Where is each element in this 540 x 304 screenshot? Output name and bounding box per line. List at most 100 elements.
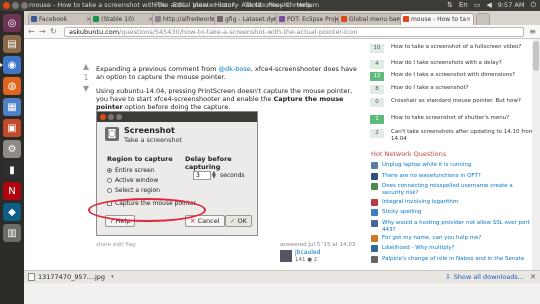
upvote-icon[interactable]: ▲ bbox=[78, 61, 94, 72]
radio-entire-screen: Entire screen bbox=[107, 167, 155, 174]
tab-close-icon[interactable]: × bbox=[466, 14, 471, 25]
answer-count-badge: 2 bbox=[370, 129, 384, 138]
spin-arrows-icon: ▲ ▼ bbox=[212, 170, 216, 180]
reload-icon[interactable]: ↻ bbox=[50, 27, 57, 37]
launcher-app-icon[interactable]: ◆ bbox=[3, 203, 21, 221]
download-shelf: 13177470_957....jpg ▾ ⇩ Show all downloa… bbox=[24, 270, 540, 283]
tab-1[interactable]: (Stable 10) × bbox=[90, 13, 156, 25]
launcher-trash-icon[interactable]: ▥ bbox=[3, 224, 21, 242]
hot-network-item[interactable]: Unplug laptop while it is running bbox=[371, 162, 536, 169]
menu-help[interactable]: Help bbox=[297, 0, 312, 11]
related-question-link[interactable]: How do I take a screenshot? bbox=[391, 85, 535, 92]
menu-tools[interactable]: Tools bbox=[245, 0, 261, 11]
hot-network-link[interactable]: There are no wavefunctions in QFT? bbox=[382, 173, 481, 180]
menu-people[interactable]: People bbox=[268, 0, 290, 11]
launcher-ubuntu-logo-icon[interactable]: ◎ bbox=[3, 14, 21, 32]
maximize-window-button[interactable] bbox=[21, 2, 28, 9]
hot-network-link[interactable]: Sticky spelling bbox=[382, 209, 422, 216]
hot-network-link[interactable]: Likelihood - Why multiply? bbox=[382, 245, 454, 252]
tab-6[interactable]: mouse - How to ta × bbox=[400, 13, 474, 25]
related-question-link[interactable]: Can't take screenshots after updating to… bbox=[391, 129, 535, 143]
hot-network-link[interactable]: For got my name, can you help me? bbox=[382, 235, 481, 242]
hot-network-title[interactable]: Hot Network Questions bbox=[371, 150, 446, 158]
answer-count-badge: 0 bbox=[370, 98, 384, 107]
avatar[interactable] bbox=[280, 250, 292, 262]
tab-label: Facebook bbox=[39, 16, 68, 23]
chevron-down-icon[interactable]: ▾ bbox=[111, 274, 114, 280]
launcher-software-center-icon[interactable]: ▣ bbox=[3, 119, 21, 137]
hot-network-link[interactable]: Integral involving logarithm bbox=[382, 199, 458, 206]
tab-label: PDT: Eclipse Proje bbox=[287, 16, 341, 23]
new-tab-button[interactable] bbox=[476, 13, 490, 25]
hot-network-item[interactable]: Integral involving logarithm bbox=[371, 199, 536, 206]
launcher-firefox-icon[interactable]: ◍ bbox=[3, 77, 21, 95]
user-mention-link[interactable]: @dk-bose bbox=[218, 65, 250, 73]
show-all-downloads-link[interactable]: ⇩ Show all downloads... bbox=[445, 272, 524, 282]
download-item[interactable]: 13177470_957....jpg ▾ bbox=[28, 272, 114, 282]
tab-label: gfig - Lataset.dyn bbox=[225, 16, 278, 23]
scrollbar-thumb[interactable] bbox=[533, 41, 539, 71]
post-menu[interactable]: share edit flag bbox=[96, 242, 136, 248]
hot-network-item[interactable]: Likelihood - Why multiply? bbox=[371, 245, 536, 252]
web-page: ▲ 1 ▼ Expanding a previous comment from … bbox=[24, 39, 540, 270]
hot-network-link[interactable]: Palpine's change of role in Naboo and in… bbox=[382, 256, 524, 263]
related-question-link[interactable]: How to take screenshot of shutter's menu… bbox=[391, 115, 535, 122]
related-question-link[interactable]: How to take a screenshot of a fullscreen… bbox=[391, 44, 535, 51]
launcher-terminal-icon[interactable]: ▮ bbox=[3, 161, 21, 179]
tab-4[interactable]: PDT: Eclipse Proje × bbox=[276, 13, 342, 25]
hot-network-item[interactable]: There are no wavefunctions in QFT? bbox=[371, 173, 536, 180]
hot-network-item[interactable]: Does connecting misspelled username crea… bbox=[371, 183, 536, 197]
user-name-link[interactable]: jbcauled bbox=[295, 249, 320, 256]
menu-file[interactable]: File bbox=[155, 0, 166, 11]
download-icon: ⇩ bbox=[445, 273, 451, 281]
hot-network-item[interactable]: For got my name, can you help me? bbox=[371, 235, 536, 242]
highlight-ellipse bbox=[88, 198, 206, 222]
launcher-files-icon[interactable]: ▤ bbox=[3, 35, 21, 53]
downvote-icon[interactable]: ▼ bbox=[78, 83, 94, 94]
chrome-menu-icon[interactable]: ≡ bbox=[529, 27, 536, 37]
power-icon[interactable]: ⏻ bbox=[530, 0, 536, 11]
hot-network-link[interactable]: Why would a hosting provider not allow S… bbox=[382, 220, 536, 234]
hot-network-item[interactable]: Why would a hosting provider not allow S… bbox=[371, 220, 536, 234]
close-window-button[interactable] bbox=[3, 2, 10, 9]
hot-network-link[interactable]: Unplug laptop while it is running bbox=[382, 162, 471, 169]
vertical-scrollbar[interactable] bbox=[532, 39, 540, 270]
user-reputation: 141 ● 2 bbox=[295, 257, 318, 263]
forward-icon[interactable]: → bbox=[39, 27, 46, 37]
close-icon[interactable]: ✕ bbox=[530, 272, 536, 282]
tab-3[interactable]: gfig - Lataset.dyn × bbox=[214, 13, 280, 25]
menu-history[interactable]: History bbox=[215, 0, 238, 11]
menu-view[interactable]: View bbox=[192, 0, 207, 11]
tab-0[interactable]: Facebook × bbox=[28, 13, 94, 25]
battery-icon[interactable]: ▭ bbox=[474, 0, 481, 11]
clock[interactable]: 9:57 AM bbox=[498, 0, 525, 11]
launcher-system-settings-icon[interactable]: ⚙ bbox=[3, 140, 21, 158]
keyboard-icon[interactable]: En bbox=[459, 0, 468, 11]
site-icon bbox=[371, 209, 378, 216]
minimize-window-button[interactable] bbox=[12, 2, 19, 9]
related-question-link[interactable]: How do I take a screenshot with dimensio… bbox=[391, 72, 535, 79]
hot-network-item[interactable]: Sticky spelling bbox=[371, 209, 536, 216]
launcher-netflix-icon[interactable]: N bbox=[3, 182, 21, 200]
address-bar[interactable]: askubuntu.com/questions/545430/how-to-ta… bbox=[64, 27, 524, 37]
tab-bar: Facebook × (Stable 10) × http://alfredworld ×… bbox=[24, 11, 540, 25]
site-icon bbox=[371, 162, 378, 169]
ok-icon: ✓ bbox=[230, 217, 236, 225]
dialog-subheading: Take a screenshot bbox=[124, 136, 183, 144]
answered-timestamp: answered Jul 5 '15 at 14:03 bbox=[280, 242, 356, 248]
network-icon[interactable]: ⇅ bbox=[447, 0, 453, 11]
tab-5[interactable]: Global menu bar i × bbox=[338, 13, 404, 25]
back-icon[interactable]: ← bbox=[28, 27, 35, 37]
related-question-link[interactable]: How do I take screenshots with a delay? bbox=[391, 60, 535, 67]
cancel-icon: ✕ bbox=[190, 217, 196, 225]
menu-edit[interactable]: Edit bbox=[173, 0, 186, 11]
volume-icon[interactable]: ◀ bbox=[486, 0, 491, 11]
tab-2[interactable]: http://alfredworld × bbox=[152, 13, 218, 25]
launcher-libreoffice-writer-icon[interactable]: ▦ bbox=[3, 98, 21, 116]
launcher-chromium-icon[interactable]: ◉ bbox=[0, 56, 21, 74]
hot-network-item[interactable]: Palpine's change of role in Naboo and in… bbox=[371, 256, 536, 263]
hot-network-link[interactable]: Does connecting misspelled username crea… bbox=[382, 183, 536, 197]
tab-favicon bbox=[341, 16, 347, 22]
ok-button: ✓ OK bbox=[225, 215, 252, 227]
related-question-link[interactable]: Crosshair as standard mouse pointer. But… bbox=[391, 98, 535, 105]
